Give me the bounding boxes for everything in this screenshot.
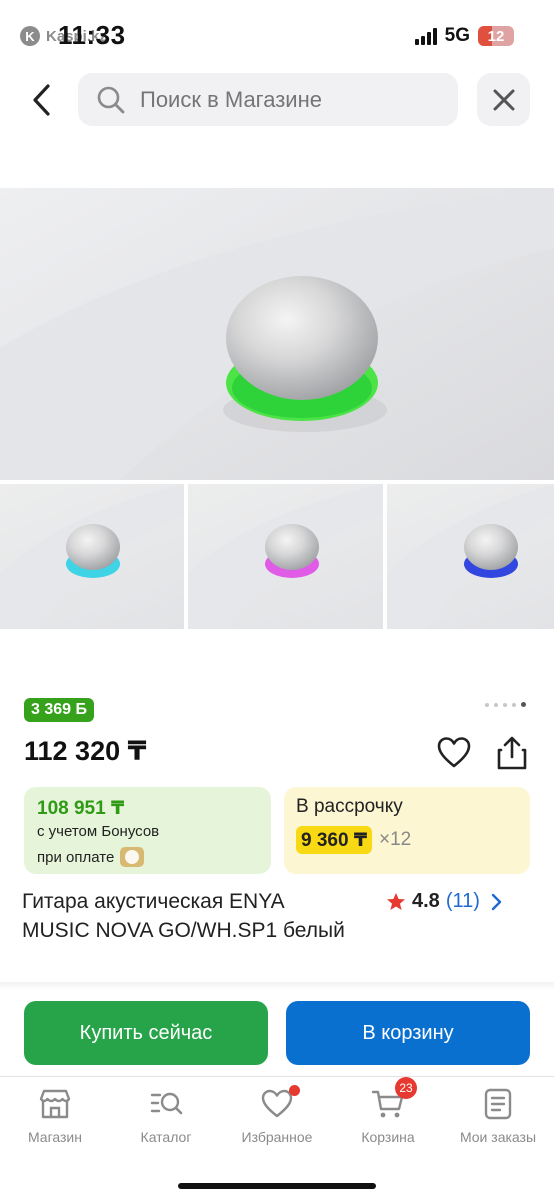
bonus-price-amount: 108 951 ₸ (37, 798, 125, 819)
product-screen: K Kaspi.kz 11:33 5G 12 Поиск в Магазине … (0, 0, 554, 1200)
signal-icon (414, 27, 437, 45)
favorites-icon-wrap (260, 1085, 300, 1121)
tab-shop[interactable]: Магазин (0, 1087, 110, 1145)
page-dot (512, 702, 516, 707)
product-thumbnails (0, 484, 554, 629)
tab-favorites[interactable]: Избранное (222, 1085, 332, 1145)
installment-title: В рассрочку (296, 796, 403, 817)
heart-icon (437, 737, 471, 768)
page-dot-active (521, 702, 526, 707)
installment-term: ×12 (379, 829, 412, 850)
battery-level: 12 (487, 27, 505, 45)
product-price: 112 320 ₸ (24, 736, 147, 766)
favorites-badge (289, 1085, 300, 1096)
network-type: 5G (444, 25, 470, 46)
kaspi-pay-icon (120, 847, 145, 867)
favorite-button[interactable] (436, 735, 472, 771)
page-dot (494, 702, 498, 707)
tab-bar: Магазин Каталог Избранное 23 Корзина Мои… (0, 1076, 554, 1200)
tab-orders[interactable]: Мои заказы (443, 1087, 553, 1145)
store-icon (39, 1089, 71, 1119)
product-title: Гитара акустическая ENYA MUSIC NOVA GO/W… (22, 890, 345, 942)
close-button[interactable] (477, 73, 530, 126)
gallery-pagination (485, 702, 526, 707)
search-box[interactable] (78, 73, 458, 126)
share-button[interactable] (495, 735, 529, 771)
bonus-payment-label: при оплате (37, 848, 115, 866)
reviews-count: (11) (445, 890, 480, 912)
home-indicator[interactable] (178, 1183, 376, 1189)
bonus-payment-note: при оплате (37, 847, 145, 867)
back-button[interactable] (22, 76, 62, 124)
tab-cart[interactable]: 23 Корзина (333, 1077, 443, 1145)
thumbnail-1[interactable] (0, 484, 184, 629)
search-header (0, 70, 554, 130)
cart-count-badge: 23 (395, 1077, 417, 1099)
chevron-left-icon (33, 84, 50, 116)
bonus-badge: 3 369 Б (24, 698, 94, 722)
product-main-image[interactable] (0, 188, 554, 480)
page-dot (503, 702, 507, 707)
bonus-price-card[interactable]: 108 951 ₸ с учетом Бонусов при оплате (24, 787, 271, 874)
tab-favorites-label: Избранное (241, 1129, 313, 1145)
chevron-right-icon (491, 893, 502, 910)
search-icon (97, 86, 125, 113)
tab-shop-label: Магазин (27, 1129, 82, 1145)
product-photo-main (0, 188, 554, 480)
search-input[interactable] (140, 86, 440, 113)
buy-now-button[interactable]: Купить сейчас (24, 1001, 268, 1065)
product-rating[interactable]: 4.8 (11) (386, 890, 502, 913)
thumbnail-3[interactable] (387, 484, 554, 629)
installment-card[interactable]: В рассрочку 9 360 ₸ ×12 (284, 787, 530, 874)
star-icon (387, 892, 405, 910)
tab-orders-label: Мои заказы (459, 1129, 537, 1145)
installment-monthly: 9 360 ₸ (296, 826, 373, 854)
cart-icon-wrap: 23 (371, 1077, 417, 1121)
tab-catalog-label: Каталог (140, 1129, 192, 1145)
rating-value: 4.8 (412, 890, 440, 912)
add-to-cart-button[interactable]: В корзину (286, 1001, 530, 1065)
close-icon (493, 89, 514, 110)
battery-icon: 12 (478, 26, 514, 46)
catalog-search-icon (150, 1092, 183, 1115)
status-bar: K Kaspi.kz 11:33 5G 12 (0, 0, 554, 70)
page-dot (485, 702, 489, 707)
tab-cart-label: Корзина (361, 1129, 415, 1145)
bonus-price-note: с учетом Бонусов (37, 823, 160, 840)
thumbnail-2[interactable] (188, 484, 383, 629)
kaspi-logo-icon: K (20, 26, 40, 46)
status-time: 11:33 (58, 20, 126, 50)
tab-catalog[interactable]: Каталог (111, 1087, 221, 1145)
share-icon (497, 736, 527, 770)
orders-list-icon (484, 1088, 512, 1120)
status-indicators: 5G 12 (414, 25, 514, 47)
divider (0, 982, 554, 990)
